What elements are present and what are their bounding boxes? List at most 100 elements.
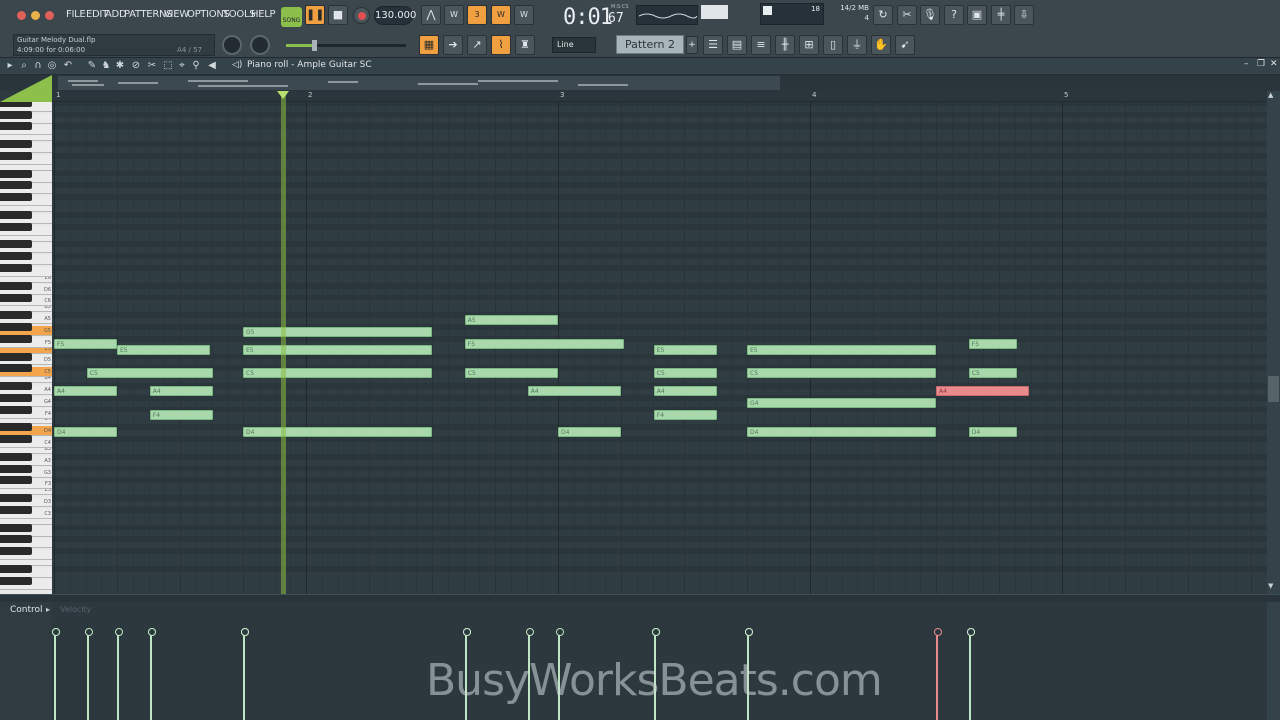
note[interactable]: E5 — [747, 344, 936, 355]
playhead-marker-icon[interactable] — [276, 91, 289, 99]
note[interactable]: A4 — [936, 385, 1030, 396]
blend-notes-icon[interactable]: W — [491, 5, 511, 25]
menu-help[interactable]: HELP — [251, 9, 276, 23]
note[interactable]: D4 — [747, 427, 936, 438]
pattern-overview[interactable] — [0, 75, 1280, 102]
piano-key-black[interactable] — [0, 464, 32, 473]
piano-key-black[interactable] — [0, 547, 32, 556]
note[interactable]: A4 — [149, 385, 213, 396]
note[interactable]: C5 — [86, 368, 213, 379]
snap-selector[interactable]: Line — [552, 37, 596, 53]
piano-key-black[interactable] — [0, 364, 32, 373]
scroll-down-icon[interactable]: ▼ — [1268, 582, 1273, 590]
menu-file[interactable]: FILE — [66, 9, 86, 23]
window-close-icon[interactable]: ✕ — [1270, 59, 1278, 69]
help-icon[interactable]: ? — [944, 5, 964, 25]
note[interactable]: A4 — [54, 385, 117, 396]
stop-button[interactable]: ■ — [328, 5, 348, 25]
velocity-bar[interactable] — [241, 628, 249, 720]
minimize-window-icon[interactable] — [31, 11, 40, 20]
note[interactable]: C5 — [243, 368, 432, 379]
piano-key-black[interactable] — [0, 240, 32, 249]
note[interactable]: G5 — [243, 326, 432, 337]
note[interactable]: F5 — [968, 338, 1017, 349]
piano-key-black[interactable] — [0, 576, 32, 585]
note[interactable]: F5 — [54, 338, 117, 349]
menu-view[interactable]: VIEW — [164, 9, 189, 23]
piano-key-black[interactable] — [0, 181, 32, 190]
pattern-selector[interactable]: Pattern 2 — [616, 35, 684, 54]
loop-icon[interactable]: ↶ — [62, 60, 74, 72]
scroll-thumb[interactable] — [1268, 376, 1279, 402]
metronome-icon[interactable]: ⋀ — [421, 5, 441, 25]
playback-tool-icon[interactable]: ⚲ — [190, 60, 202, 72]
playlist-icon[interactable]: ☰ — [703, 35, 723, 55]
step-edit-icon[interactable]: ➔ — [443, 35, 463, 55]
piano-key-black[interactable] — [0, 523, 32, 532]
touch-controller-icon[interactable]: ✋ — [871, 35, 891, 55]
draw-tool-icon[interactable]: ✎ — [86, 60, 98, 72]
velocity-bar[interactable] — [115, 628, 123, 720]
vertical-scrollbar[interactable]: ▲ ▼ — [1267, 91, 1280, 594]
velocity-bar[interactable] — [84, 628, 93, 720]
piano-key-black[interactable] — [0, 494, 32, 503]
download-icon[interactable]: ⇩ — [1014, 5, 1034, 25]
note[interactable]: E5 — [117, 344, 211, 355]
slice-tool-icon[interactable]: ✂ — [146, 60, 158, 72]
loop-record-icon[interactable]: W — [514, 5, 534, 25]
note[interactable]: C5 — [747, 368, 936, 379]
undo-icon[interactable]: ↻ — [873, 5, 893, 25]
piano-key-black[interactable] — [0, 476, 32, 485]
piano-key-black[interactable] — [0, 102, 32, 107]
control-label[interactable]: Control — [10, 605, 43, 615]
piano-key-black[interactable] — [0, 210, 32, 219]
piano-key-black[interactable] — [0, 110, 32, 119]
mixer-icon[interactable]: ╪ — [991, 5, 1011, 25]
note[interactable]: C5 — [464, 368, 558, 379]
note[interactable]: F4 — [653, 409, 717, 420]
snap-magnet-icon[interactable]: ∩ — [32, 60, 44, 72]
piano-key-black[interactable] — [0, 435, 32, 444]
note[interactable]: C5 — [653, 368, 717, 379]
velocity-bar[interactable] — [934, 628, 942, 720]
note[interactable]: F4 — [149, 409, 213, 420]
window-minimize-icon[interactable]: – — [1244, 59, 1249, 69]
tempo-display[interactable]: 130.000 — [374, 6, 416, 25]
browser-icon[interactable]: ⊞ — [799, 35, 819, 55]
note[interactable]: D4 — [243, 427, 432, 438]
note[interactable]: A4 — [653, 385, 717, 396]
piano-key-black[interactable] — [0, 334, 32, 343]
song-mode-toggle[interactable]: SONG — [281, 7, 302, 27]
piano-key-black[interactable] — [0, 423, 32, 432]
piano-key-black[interactable] — [0, 382, 32, 390]
record-button[interactable] — [353, 7, 370, 24]
delete-tool-icon[interactable]: ✱ — [114, 60, 126, 72]
piano-key-black[interactable] — [0, 193, 32, 202]
piano-key-black[interactable] — [0, 122, 32, 131]
note-grid[interactable]: A5 G5 F5 F5 F5 E5 E5 E5 E5 C5 C5 C5 C5 C5 C5 A4 A4 A4 A4 A4… — [52, 102, 1267, 594]
note[interactable]: D4 — [558, 427, 621, 438]
piano-key-black[interactable] — [0, 281, 32, 290]
scrub-icon[interactable]: ↗ — [467, 35, 487, 55]
piano-key-black[interactable] — [0, 169, 32, 178]
paint-tool-icon[interactable]: ♞ — [100, 60, 112, 72]
piano-key-black[interactable] — [0, 535, 32, 544]
note[interactable]: F5 — [464, 338, 624, 349]
tempo-tapper-icon[interactable]: ➹ — [895, 35, 915, 55]
save-icon[interactable]: ▣ — [967, 5, 987, 25]
play-mode-icon[interactable]: ◎ — [46, 60, 58, 72]
piano-key-black[interactable] — [0, 564, 32, 573]
window-restore-icon[interactable]: ❐ — [1257, 59, 1265, 69]
stamp-icon[interactable]: ♜ — [515, 35, 535, 55]
piano-key-black[interactable] — [0, 293, 32, 302]
bar-ruler[interactable]: 1 2 3 4 5 — [52, 91, 1267, 102]
menu-arrow-icon[interactable]: ▸ — [4, 60, 16, 72]
velocity-bar[interactable] — [52, 628, 60, 720]
note[interactable]: E5 — [653, 344, 717, 355]
note[interactable]: G4 — [747, 397, 936, 408]
piano-key-black[interactable] — [0, 140, 32, 149]
note[interactable]: A4 — [527, 385, 621, 396]
add-pattern-icon[interactable]: + — [686, 36, 698, 54]
cut-icon[interactable]: ✂ — [897, 5, 917, 25]
link-icon[interactable]: ⌇ — [491, 35, 511, 55]
